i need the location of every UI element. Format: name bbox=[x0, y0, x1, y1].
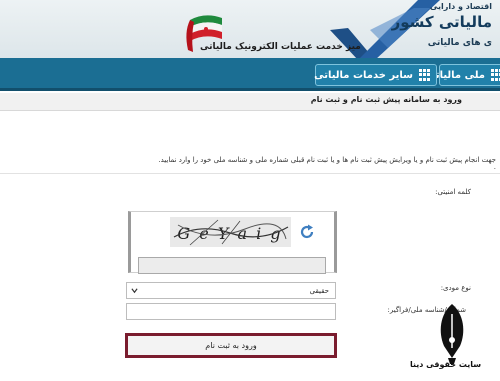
site-header: اقتصاد و دارایی مالیاتی کشور ی های مالیا… bbox=[0, 0, 500, 58]
refresh-icon[interactable] bbox=[299, 224, 315, 240]
brand-ministry-text: اقتصاد و دارایی bbox=[429, 2, 492, 11]
select-value: حقیقی bbox=[309, 286, 329, 295]
brand-title: مالیاتی کشور bbox=[391, 13, 492, 31]
taxpayer-type-select[interactable]: حقیقی bbox=[126, 282, 336, 299]
nav-item-other-services[interactable]: سایر خدمات مالیاتی bbox=[314, 64, 437, 86]
nav-item-national-tax[interactable]: ملی مالیاتی bbox=[426, 64, 500, 86]
login-register-button[interactable]: ورود به ثبت نام bbox=[125, 333, 337, 358]
captcha-image: G e Y a i g bbox=[170, 217, 291, 247]
national-id-input[interactable] bbox=[126, 303, 336, 320]
watermark-text: سایت حقوقی دینا bbox=[410, 360, 482, 369]
captcha-label: کلمه امنیتی: bbox=[435, 188, 471, 196]
grid-icon bbox=[491, 68, 500, 82]
divider bbox=[0, 173, 500, 174]
panel-title: ورود به سامانه پیش ثبت نام و ثبت نام bbox=[310, 95, 462, 104]
header-tagline: میز خدمت عملیات الکترونیک مالیاتی bbox=[200, 42, 361, 52]
panel-header: ورود به سامانه پیش ثبت نام و ثبت نام bbox=[0, 93, 500, 111]
chevron-down-icon bbox=[131, 288, 138, 294]
instructions-text-end: . bbox=[493, 163, 496, 171]
nav-item-label: سایر خدمات مالیاتی bbox=[314, 69, 413, 81]
grid-icon bbox=[419, 68, 430, 82]
brand-subtitle: ی های مالیاتی bbox=[427, 38, 492, 48]
taxpayer-type-label: نوع مودی: bbox=[440, 284, 471, 292]
captcha-input[interactable] bbox=[138, 257, 326, 274]
instructions-text: جهت انجام پیش ثبت نام و یا ویرایش پیش ثب… bbox=[158, 156, 496, 164]
main-navbar: ملی مالیاتی سایر خدمات مالیاتی bbox=[0, 58, 500, 91]
